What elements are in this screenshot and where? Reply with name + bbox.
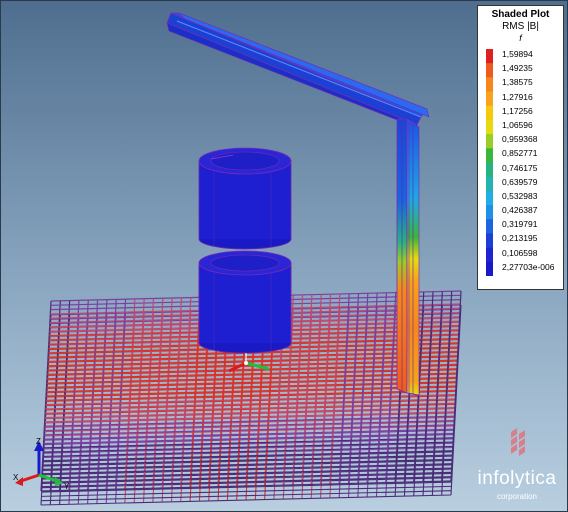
legend-variable: f [519, 33, 522, 43]
legend-value: 0,959368 [502, 134, 538, 145]
logo-mark-icon [511, 428, 525, 456]
3d-viewport[interactable]: Shaded Plot RMS |B| f 1,59894 1,49235 1,38… [0, 0, 568, 512]
lower-cylinder [198, 250, 292, 354]
legend-swatch [486, 49, 493, 64]
legend-color-bar [486, 49, 493, 276]
y-axis-label: Y [64, 482, 70, 491]
z-axis-label: Z [36, 437, 41, 446]
legend-swatch [486, 176, 493, 192]
axis-triad: Z X Y [13, 437, 70, 491]
shaded-plot-legend: Shaded Plot RMS |B| f 1,59894 1,49235 1,38… [477, 5, 564, 290]
infolytica-logo: infolytica corporation [471, 426, 563, 508]
horizontal-beam [166, 12, 430, 128]
legend-value: 0,639579 [502, 176, 538, 187]
legend-swatch [486, 134, 493, 149]
legend-value: 0,319791 [502, 219, 538, 230]
logo-subtitle: corporation [496, 492, 538, 501]
legend-swatch [486, 77, 493, 93]
legend-title: Shaded Plot [491, 9, 550, 20]
legend-swatch [486, 148, 493, 163]
x-axis-label: X [13, 473, 19, 482]
legend-swatch [486, 91, 493, 107]
legend-swatch [486, 119, 493, 135]
legend-value: 1,17256 [502, 105, 533, 116]
legend-value: 1,27916 [502, 91, 533, 102]
legend-value: 0,106598 [502, 247, 538, 258]
legend-value: 0,213195 [502, 233, 538, 244]
legend-swatch [486, 233, 493, 249]
legend-swatch [486, 205, 493, 220]
legend-swatch [486, 247, 493, 263]
legend-swatch [486, 261, 493, 276]
legend-quantity: RMS |B| [502, 21, 539, 32]
vertical-column [396, 118, 420, 396]
legend-swatch [486, 105, 493, 121]
legend-value: 1,06596 [502, 119, 533, 130]
upper-cylinder [198, 147, 292, 250]
legend-value: 0,532983 [502, 190, 538, 201]
legend-value: 1,38575 [502, 77, 533, 88]
legend-value: 1,59894 [502, 49, 533, 59]
legend-value: 0,746175 [502, 162, 538, 173]
legend-swatch [486, 190, 493, 206]
legend-swatch [486, 63, 493, 78]
legend-value: 0,852771 [502, 148, 538, 159]
x-axis-arrow [20, 473, 40, 483]
legend-swatch [486, 162, 493, 178]
legend-swatch [486, 219, 493, 234]
legend-value: 0,426387 [502, 205, 538, 216]
logo-name: infolytica [477, 468, 557, 489]
y-axis-arrow [38, 473, 58, 483]
legend-value: 2,27703e-006 [502, 261, 555, 272]
legend-value: 1,49235 [502, 63, 533, 74]
